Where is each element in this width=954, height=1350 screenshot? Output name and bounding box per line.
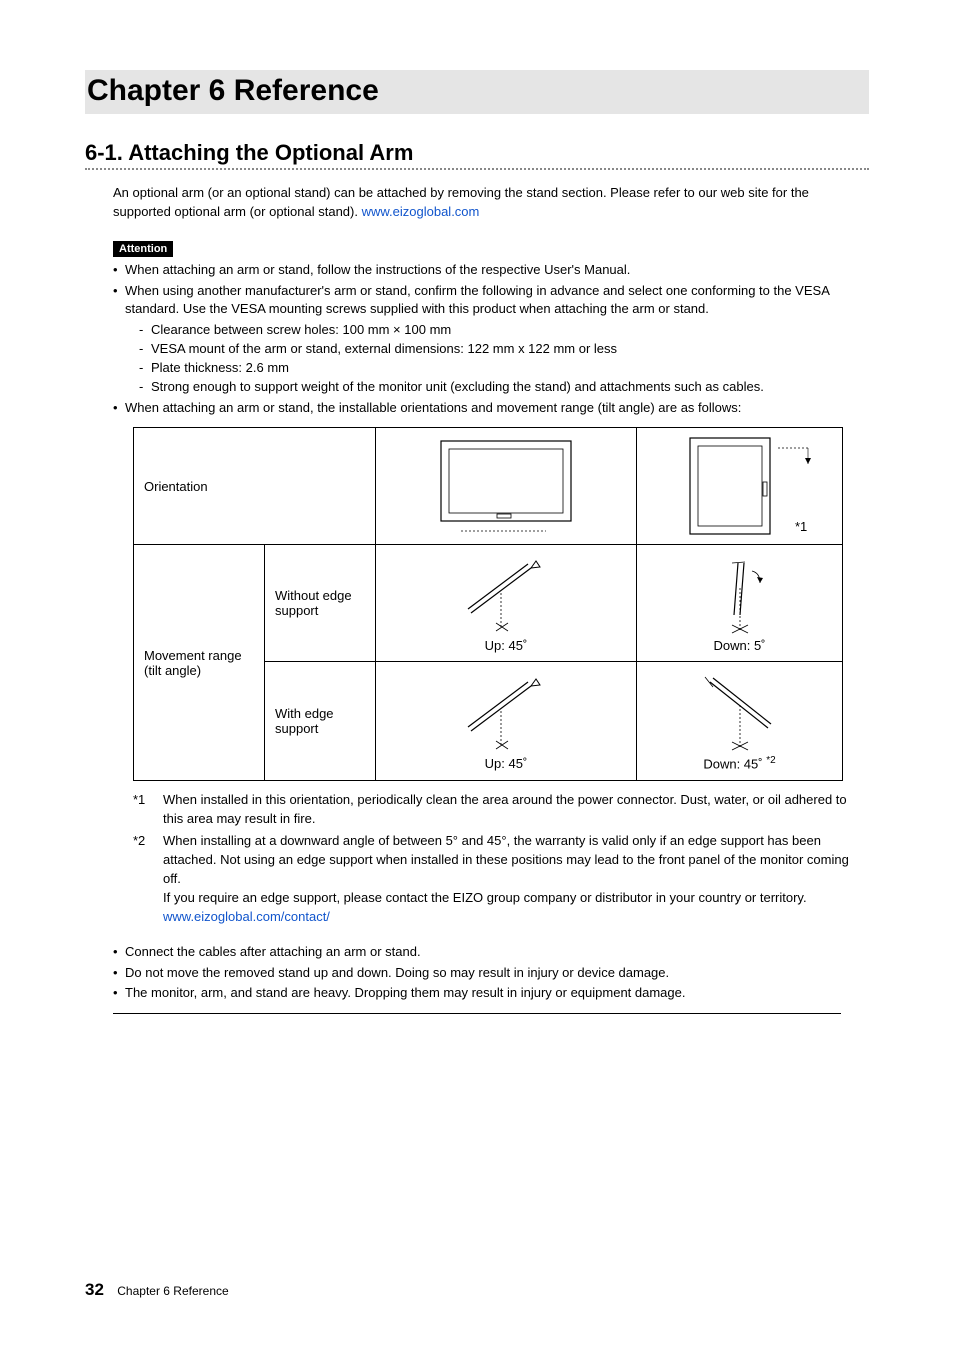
section-title: 6-1. Attaching the Optional Arm xyxy=(85,140,869,170)
tilt-label: Down: 5˚ xyxy=(647,638,832,653)
list-item: When attaching an arm or stand, the inst… xyxy=(113,399,869,418)
chapter-title: Chapter 6 Reference xyxy=(85,70,869,114)
diagram-cell: Down: 45˚ *2 xyxy=(637,662,843,780)
table-row-label: Movement range (tilt angle) xyxy=(134,545,265,780)
intro-paragraph: An optional arm (or an optional stand) c… xyxy=(113,184,869,222)
tilt-down-5-icon xyxy=(690,553,790,638)
list-item: The monitor, arm, and stand are heavy. D… xyxy=(113,984,869,1003)
list-item: Connect the cables after attaching an ar… xyxy=(113,943,869,962)
page-number: 32 xyxy=(85,1280,104,1299)
list-item: VESA mount of the arm or stand, external… xyxy=(139,340,869,359)
bullet-list-bottom: Connect the cables after attaching an ar… xyxy=(113,943,869,1004)
diagram-cell: Up: 45˚ xyxy=(376,545,637,662)
footnote-text: When installed in this orientation, peri… xyxy=(163,791,869,829)
monitor-landscape-icon xyxy=(431,436,581,536)
footnote-text: When installing at a downward angle of b… xyxy=(163,832,869,926)
tilt-up-45-icon xyxy=(456,671,556,756)
tilt-label: Down: 45˚ *2 xyxy=(647,755,832,771)
list-item: Do not move the removed stand up and dow… xyxy=(113,964,869,983)
list-item: When using another manufacturer's arm or… xyxy=(113,282,869,397)
list-item: Plate thickness: 2.6 mm xyxy=(139,359,869,378)
list-item-text: When using another manufacturer's arm or… xyxy=(125,283,829,317)
footnote-key: *2 xyxy=(133,832,163,926)
footnote-key: *1 xyxy=(133,791,163,829)
footnotes: *1 When installed in this orientation, p… xyxy=(133,791,869,927)
tilt-up-45-icon xyxy=(456,553,556,638)
diagram-cell: Down: 5˚ xyxy=(637,545,843,662)
orientation-note: *1 xyxy=(795,519,807,534)
table-row-label: Orientation xyxy=(134,428,376,545)
tilt-label: Up: 45˚ xyxy=(386,638,626,653)
tilt-label: Up: 45˚ xyxy=(386,756,626,771)
website-link[interactable]: www.eizoglobal.com xyxy=(362,204,480,219)
orientation-table: Orientation *1 xyxy=(133,427,843,780)
dash-list: Clearance between screw holes: 100 mm × … xyxy=(139,321,869,396)
attention-box: Attention xyxy=(113,240,869,257)
list-item: When attaching an arm or stand, follow t… xyxy=(113,261,869,280)
table-sub-label: Without edge support xyxy=(265,545,376,662)
diagram-cell xyxy=(376,428,637,545)
diagram-cell: *1 xyxy=(637,428,843,545)
bullet-list-top: When attaching an arm or stand, follow t… xyxy=(113,261,869,418)
footer-text: Chapter 6 Reference xyxy=(117,1284,228,1298)
diagram-cell: Up: 45˚ xyxy=(376,662,637,780)
tilt-down-45-icon xyxy=(690,670,790,755)
monitor-portrait-icon: *1 xyxy=(660,436,820,536)
list-item: Strong enough to support weight of the m… xyxy=(139,378,869,397)
attention-label: Attention xyxy=(113,241,173,257)
divider xyxy=(113,1013,841,1014)
page-footer: 32 Chapter 6 Reference xyxy=(85,1280,229,1300)
list-item: Clearance between screw holes: 100 mm × … xyxy=(139,321,869,340)
contact-link[interactable]: www.eizoglobal.com/contact/ xyxy=(163,909,330,924)
table-sub-label: With edge support xyxy=(265,662,376,780)
